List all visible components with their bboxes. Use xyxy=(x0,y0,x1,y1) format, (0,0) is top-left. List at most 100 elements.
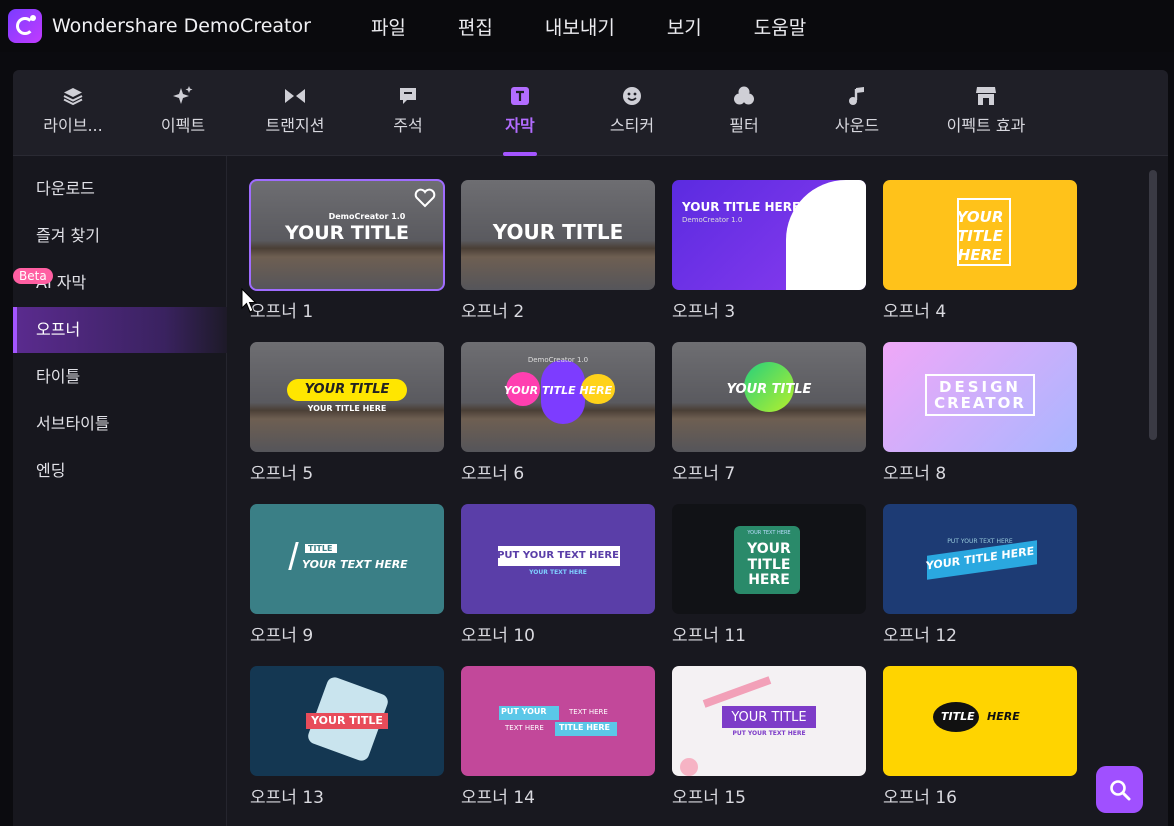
menu-help[interactable]: 도움말 xyxy=(754,13,806,40)
thumbnail: DESIGN CREATOR xyxy=(883,342,1077,452)
opener-card-10[interactable]: PUT YOUR TEXT HERE YOUR TEXT HERE 오프너 10 xyxy=(461,504,655,646)
thumbnail: YOUR TITLE PUT YOUR TEXT HERE xyxy=(672,666,866,776)
thumbnail: YOUR TITLE YOUR TITLE HERE xyxy=(250,342,444,452)
opener-card-9[interactable]: TITLE YOUR TEXT HERE 오프너 9 xyxy=(250,504,444,646)
opener-card-15[interactable]: YOUR TITLE PUT YOUR TEXT HERE 오프너 15 xyxy=(672,666,866,808)
tab-captions[interactable]: 자막 xyxy=(470,84,570,156)
thumb-text: YOUR TITLE HERE xyxy=(503,384,613,397)
thumb-text: YOUR TITLE xyxy=(311,714,383,727)
app-title: Wondershare DemoCreator xyxy=(52,15,311,37)
tab-annotations[interactable]: 주석 xyxy=(358,84,458,136)
opener-card-12[interactable]: PUT YOUR TEXT HERE YOUR TITLE HERE 오프너 1… xyxy=(883,504,1077,646)
menu-edit[interactable]: 편집 xyxy=(458,13,493,40)
thumb-text: HERE xyxy=(748,572,790,588)
tab-stickers[interactable]: 스티커 xyxy=(582,84,682,136)
search-icon xyxy=(1109,779,1130,800)
thumbnail: TITLE YOUR TEXT HERE xyxy=(250,504,444,614)
card-caption: 오프너 10 xyxy=(461,626,535,646)
sidebar-item-opener[interactable]: 오프너 xyxy=(13,307,227,353)
resource-panel: 라이브... 이펙트 트랜지션 주석 자막 스티커 필터 사운드 이펙트 효과 … xyxy=(13,70,1168,826)
caption-icon xyxy=(470,84,570,108)
tab-library[interactable]: 라이브... xyxy=(23,84,123,136)
thumbnail: YOUR TITLE HERE xyxy=(883,180,1077,290)
thumb-text: DemoCreator 1.0 xyxy=(682,216,743,224)
card-caption: 오프너 13 xyxy=(250,788,324,808)
sidebar-item-subtitle[interactable]: 서브타이틀 xyxy=(13,401,227,447)
thumb-text: YOUR TITLE HERE xyxy=(307,404,387,413)
thumb-text: DemoCreator 1.0 xyxy=(328,212,406,221)
thumb-shape xyxy=(288,542,299,570)
mouse-cursor-icon xyxy=(241,287,257,318)
opener-card-13[interactable]: YOUR TITLE 오프너 13 xyxy=(250,666,444,808)
card-caption: 오프너 6 xyxy=(461,464,525,484)
thumb-text: YOUR TITLE xyxy=(492,220,624,244)
card-caption: 오프너 8 xyxy=(883,464,947,484)
thumb-shape xyxy=(786,180,866,290)
menu-view[interactable]: 보기 xyxy=(667,13,702,40)
thumb-text: YOUR TEXT HERE xyxy=(302,558,408,571)
thumbnail: PUT YOUR TEXT HERE YOUR TEXT HERE xyxy=(461,504,655,614)
tab-effect-store[interactable]: 이펙트 효과 xyxy=(936,84,1036,136)
opener-card-4[interactable]: YOUR TITLE HERE 오프너 4 xyxy=(883,180,1077,322)
card-caption: 오프너 4 xyxy=(883,302,947,322)
card-caption: 오프너 16 xyxy=(883,788,957,808)
tab-label: 라이브... xyxy=(43,116,103,135)
opener-card-8[interactable]: DESIGN CREATOR 오프너 8 xyxy=(883,342,1077,484)
opener-card-3[interactable]: YOUR TITLE HERE DemoCreator 1.0 오프너 3 xyxy=(672,180,866,322)
sidebar-item-favorites[interactable]: 즐겨 찾기 xyxy=(13,213,227,259)
caption-category-sidebar: 다운로드 즐겨 찾기 AI 자막 오프너 타이틀 서브타이틀 엔딩 xyxy=(13,156,227,826)
opener-card-1[interactable]: DemoCreator 1.0 YOUR TITLE 오프너 1 xyxy=(249,179,445,322)
thumb-text: CREATOR xyxy=(934,394,1026,412)
tab-effects[interactable]: 이펙트 xyxy=(133,84,233,136)
transition-icon xyxy=(245,84,345,108)
thumb-text: YOUR TITLE xyxy=(726,382,812,397)
beta-badge: Beta xyxy=(13,268,53,284)
thumbnail: YOUR TITLE xyxy=(672,342,866,452)
opener-card-16[interactable]: TITLE HERE 오프너 16 xyxy=(883,666,1077,808)
opener-card-2[interactable]: YOUR TITLE 오프너 2 xyxy=(461,180,655,322)
music-note-icon xyxy=(807,84,907,108)
thumbnail: YOUR TEXT HERE YOUR TITLE HERE xyxy=(672,504,866,614)
card-caption: 오프너 5 xyxy=(250,464,314,484)
sidebar-item-ending[interactable]: 엔딩 xyxy=(13,448,227,494)
thumb-text: TITLE xyxy=(305,544,337,553)
thumb-text: YOUR TITLE xyxy=(731,710,807,725)
card-caption: 오프너 1 xyxy=(250,302,314,322)
thumb-shape xyxy=(702,676,772,708)
thumb-text: YOUR xyxy=(956,208,1004,226)
favorite-heart-icon[interactable] xyxy=(414,188,436,212)
card-caption: 오프너 15 xyxy=(672,788,746,808)
menu-export[interactable]: 내보내기 xyxy=(545,13,615,40)
card-caption: 오프너 12 xyxy=(883,626,957,646)
card-caption: 오프너 11 xyxy=(672,626,746,646)
opener-card-6[interactable]: DemoCreator 1.0 YOUR TITLE HERE 오프너 6 xyxy=(461,342,655,484)
opener-card-11[interactable]: YOUR TEXT HERE YOUR TITLE HERE 오프너 11 xyxy=(672,504,866,646)
grid-scrollbar[interactable] xyxy=(1149,170,1157,440)
thumb-text: DemoCreator 1.0 xyxy=(527,356,589,364)
thumbnail: PUT YOUR TEXT HERE TEXT HERE TITLE HERE xyxy=(461,666,655,776)
opener-card-7[interactable]: YOUR TITLE 오프너 7 xyxy=(672,342,866,484)
tab-sound[interactable]: 사운드 xyxy=(807,84,907,136)
opener-card-5[interactable]: YOUR TITLE YOUR TITLE HERE 오프너 5 xyxy=(250,342,444,484)
thumbnail: DemoCreator 1.0 YOUR TITLE xyxy=(249,179,445,291)
search-button[interactable] xyxy=(1096,766,1143,813)
card-caption: 오프너 3 xyxy=(672,302,736,322)
menu-file[interactable]: 파일 xyxy=(371,13,406,40)
thumb-text: TITLE xyxy=(747,557,791,573)
category-tabs: 라이브... 이펙트 트랜지션 주석 자막 스티커 필터 사운드 이펙트 효과 xyxy=(13,70,1168,156)
thumb-text: YOUR TEXT HERE xyxy=(529,569,587,576)
sidebar-item-title[interactable]: 타이틀 xyxy=(13,354,227,400)
thumb-text: TITLE xyxy=(957,227,1003,245)
card-caption: 오프너 9 xyxy=(250,626,314,646)
opener-card-14[interactable]: PUT YOUR TEXT HERE TEXT HERE TITLE HERE … xyxy=(461,666,655,808)
card-caption: 오프너 2 xyxy=(461,302,525,322)
thumbnail: PUT YOUR TEXT HERE YOUR TITLE HERE xyxy=(883,504,1077,614)
tab-transitions[interactable]: 트랜지션 xyxy=(245,84,345,136)
thumb-text: YOUR TEXT HERE xyxy=(747,530,791,536)
layers-icon xyxy=(23,84,123,108)
tab-label: 이펙트 효과 xyxy=(946,116,1026,135)
card-caption: 오프너 7 xyxy=(672,464,736,484)
sidebar-item-downloads[interactable]: 다운로드 xyxy=(13,166,227,212)
tab-filters[interactable]: 필터 xyxy=(694,84,794,136)
thumb-text: TEXT HERE xyxy=(569,708,608,716)
